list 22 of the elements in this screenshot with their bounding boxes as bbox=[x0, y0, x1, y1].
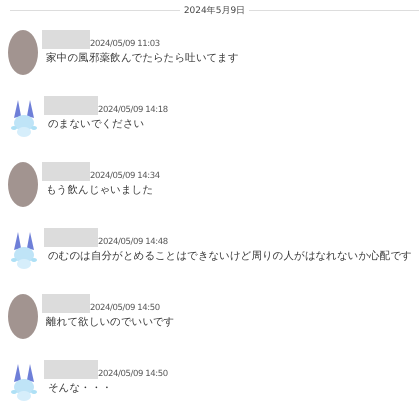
message-text: のまないでください bbox=[48, 117, 146, 131]
redacted-name bbox=[44, 360, 98, 379]
message-time: 2024/05/09 14:34 bbox=[90, 171, 160, 181]
message-time: 2024/05/09 14:48 bbox=[98, 237, 168, 247]
message-time: 2024/05/09 14:50 bbox=[90, 303, 160, 313]
redacted-name bbox=[44, 96, 98, 115]
message-time: 2024/05/09 14:50 bbox=[98, 369, 168, 379]
message-text: のむのは自分がとめることはできないけど周りの人がはなれないか心配です bbox=[48, 249, 412, 263]
redacted-name bbox=[42, 162, 90, 181]
message-time: 2024/05/09 11:03 bbox=[90, 39, 160, 49]
redacted-name bbox=[42, 294, 90, 313]
date-divider: 2024年5月9日 bbox=[184, 4, 246, 17]
message-text: そんな・・・ bbox=[48, 381, 114, 395]
redacted-name bbox=[42, 30, 90, 49]
message-text: 離れて欲しいのでいいです bbox=[46, 315, 174, 329]
message-text: 家中の風邪薬飲んでたらたら吐いてます bbox=[46, 51, 239, 65]
avatar bbox=[8, 30, 38, 75]
avatar bbox=[8, 294, 38, 339]
redacted-name bbox=[44, 228, 98, 247]
avatar bbox=[8, 162, 38, 207]
message-time: 2024/05/09 14:18 bbox=[98, 105, 168, 115]
message-text: もう飲んじゃいました bbox=[46, 183, 154, 197]
